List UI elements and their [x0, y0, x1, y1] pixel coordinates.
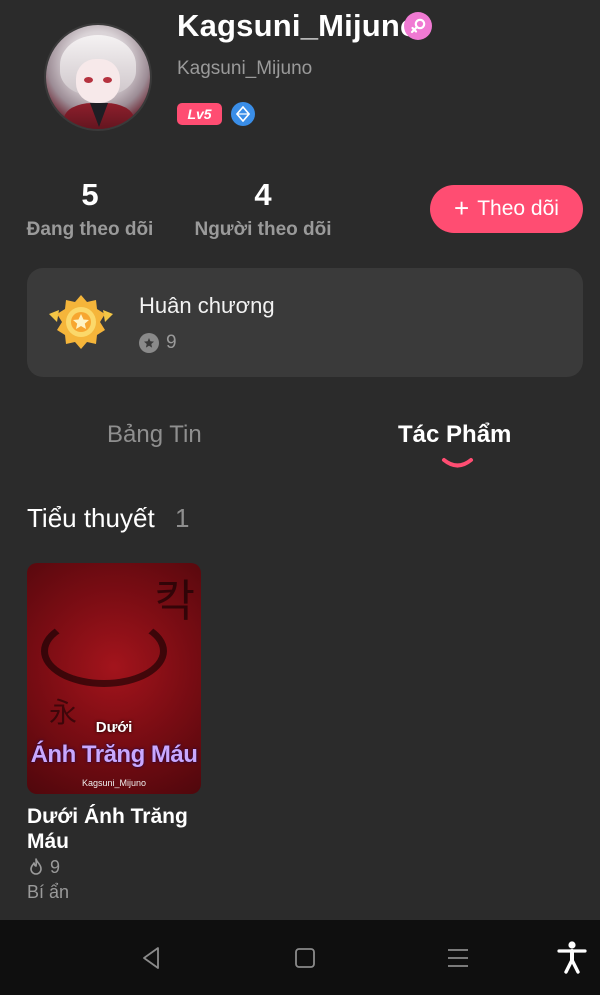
star-icon: [139, 333, 159, 353]
book-views: 9: [50, 857, 61, 877]
followers-label: Người theo dõi: [194, 219, 332, 240]
home-icon[interactable]: [291, 944, 319, 972]
gem-icon: [231, 102, 255, 126]
cover-title-line2: Ánh Trăng Máu: [30, 741, 198, 768]
followers-count: 4: [254, 177, 272, 212]
cover-author: Kagsuni_Mijuno: [81, 778, 147, 788]
female-symbol-icon: [404, 12, 432, 40]
user-handle: Kagsuni_Mijuno: [177, 58, 313, 79]
level-badge: Lv5: [177, 103, 222, 125]
plus-icon: +: [454, 192, 470, 223]
follow-button[interactable]: + Theo dõi: [430, 185, 583, 233]
medal-count: 9: [166, 332, 177, 353]
book-title[interactable]: Dưới Ánh Trăng Máu: [27, 804, 207, 854]
medal-icon: [49, 295, 113, 349]
section-title: Tiểu thuyết: [27, 503, 155, 533]
book-genre: Bí ẩn: [27, 882, 70, 902]
book-cover[interactable]: 칵 永 Dưới Ánh Trăng Máu Kagsuni_Mijuno: [27, 563, 201, 794]
cover-title-line1: Dưới: [95, 719, 133, 736]
following-stat[interactable]: 5 Đang theo dõi: [22, 177, 158, 241]
tab-works[interactable]: Tác Phẩm: [398, 421, 511, 449]
flame-icon: [30, 858, 42, 875]
followers-stat[interactable]: 4 Người theo dõi: [192, 177, 334, 241]
username: Kagsuni_Mijuno: [177, 8, 420, 43]
following-label: Đang theo dõi: [26, 219, 154, 240]
avatar[interactable]: [46, 25, 150, 129]
back-icon[interactable]: [138, 944, 166, 972]
medal-title: Huân chương: [139, 293, 275, 318]
following-count: 5: [81, 177, 99, 212]
profile-page: Kagsuni_Mijuno Kagsuni_Mijuno Lv5 5 Đang…: [0, 0, 600, 995]
follow-button-label: Theo dõi: [477, 197, 559, 220]
active-tab-indicator: [442, 458, 473, 468]
accessibility-icon[interactable]: [556, 940, 588, 974]
tab-news[interactable]: Bảng Tin: [107, 421, 202, 449]
system-nav-bar: [0, 920, 600, 995]
section-count: 1: [175, 503, 190, 533]
medal-card[interactable]: Huân chương 9: [27, 268, 583, 377]
menu-icon[interactable]: [444, 944, 472, 972]
